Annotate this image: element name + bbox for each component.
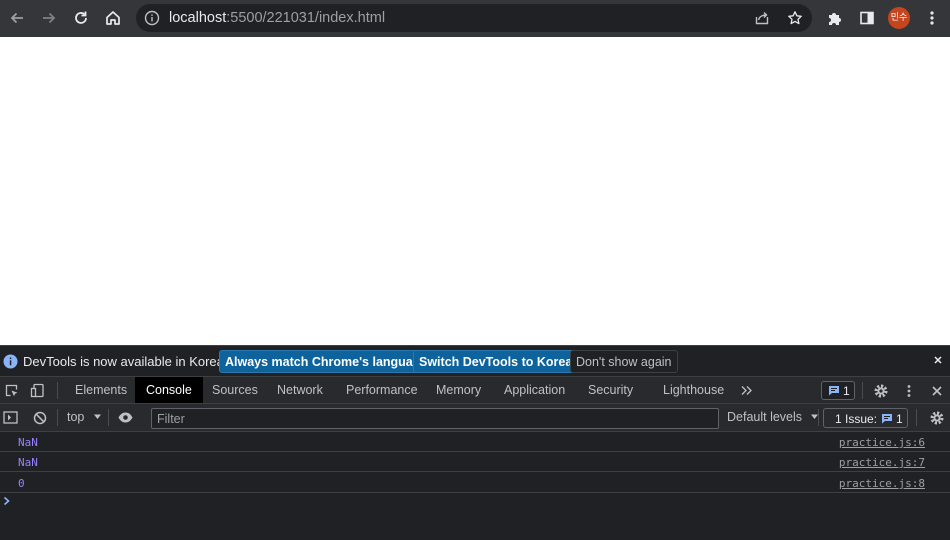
device-icon <box>30 383 44 398</box>
separator <box>916 409 917 426</box>
home-icon <box>106 11 120 25</box>
url-path: :5500/221031/index.html <box>226 10 386 26</box>
live-expression-button[interactable] <box>117 409 134 426</box>
infobar-message: DevTools is now available in Korean! <box>23 354 235 369</box>
devtools-tab-bar: Elements Console Sources Network Perform… <box>0 377 950 404</box>
home-button[interactable] <box>101 6 125 30</box>
settings-button[interactable] <box>872 382 889 399</box>
reload-button[interactable] <box>69 6 93 30</box>
inspect-element-button[interactable] <box>3 382 20 399</box>
tab-memory[interactable]: Memory <box>436 377 481 403</box>
devtools-panel: DevTools is now available in Korean! Alw… <box>0 345 950 540</box>
console-message-row: 0 practice.js:8 <box>0 473 950 493</box>
info-icon <box>3 354 18 369</box>
issues-count: 1 <box>896 412 903 426</box>
site-info-icon[interactable] <box>144 10 160 26</box>
chrome-menu-button[interactable] <box>920 6 944 30</box>
tab-security[interactable]: Security <box>588 377 633 403</box>
log-value: NaN <box>18 456 38 469</box>
messages-count: 1 <box>843 384 850 398</box>
kebab-menu-icon <box>930 11 934 25</box>
clear-circle-icon <box>33 411 46 424</box>
separator <box>108 409 109 426</box>
always-match-language-button[interactable]: Always match Chrome's language <box>219 350 434 373</box>
console-prompt-icon[interactable] <box>3 496 11 506</box>
console-settings-button[interactable] <box>928 409 945 426</box>
close-icon <box>931 385 942 396</box>
log-levels-dropdown[interactable]: Default levels <box>727 410 819 424</box>
share-icon <box>755 12 769 25</box>
close-infobar-icon[interactable] <box>931 353 945 367</box>
more-tabs-button[interactable] <box>738 382 755 399</box>
gear-icon <box>874 384 887 397</box>
url-host: localhost <box>169 10 227 26</box>
messages-badge[interactable]: 1 <box>821 381 855 400</box>
inspect-cursor-icon <box>5 384 18 397</box>
separator <box>818 409 819 426</box>
dropdown-triangle-icon <box>93 414 101 419</box>
tab-network[interactable]: Network <box>277 377 323 403</box>
context-label: top <box>67 410 85 424</box>
browser-toolbar: localhost:5500/221031/index.html 민수 <box>0 0 950 37</box>
log-value: 0 <box>18 477 25 490</box>
source-link[interactable]: practice.js:7 <box>839 456 925 469</box>
bookmark-button[interactable] <box>786 9 804 27</box>
profile-avatar[interactable]: 민수 <box>888 7 910 29</box>
devtools-menu-button[interactable] <box>900 382 917 399</box>
console-toolbar: top Default levels 1 Issue: 1 <box>0 404 950 432</box>
message-icon <box>882 414 892 424</box>
clear-console-button[interactable] <box>31 409 48 426</box>
kebab-menu-icon <box>907 384 910 397</box>
language-infobar: DevTools is now available in Korean! Alw… <box>0 346 950 377</box>
side-panel-icon <box>860 11 874 25</box>
message-icon <box>829 386 839 396</box>
tab-lighthouse[interactable]: Lighthouse <box>663 377 724 403</box>
side-panel-button[interactable] <box>855 6 879 30</box>
console-output[interactable]: NaN practice.js:6 NaN practice.js:7 0 pr… <box>0 432 950 540</box>
tab-performance[interactable]: Performance <box>346 377 418 403</box>
tab-console[interactable]: Console <box>135 377 203 403</box>
issues-label: 1 Issue: <box>835 412 878 426</box>
execution-context-select[interactable]: top <box>67 410 102 424</box>
issues-counter[interactable]: 1 Issue: 1 <box>823 408 908 428</box>
star-icon <box>788 11 802 25</box>
double-chevron-right-icon <box>741 386 752 395</box>
console-sidebar-button[interactable] <box>2 409 19 426</box>
separator <box>57 409 58 426</box>
extensions-button[interactable] <box>823 6 847 30</box>
device-toolbar-button[interactable] <box>29 382 46 399</box>
arrow-right-icon <box>43 12 56 24</box>
console-filter-input[interactable] <box>151 408 719 429</box>
console-message-row: NaN practice.js:7 <box>0 452 950 472</box>
reload-icon <box>75 11 87 24</box>
puzzle-icon <box>828 12 841 25</box>
source-link[interactable]: practice.js:8 <box>839 477 925 490</box>
levels-label: Default levels <box>727 410 803 424</box>
gear-icon <box>930 411 943 424</box>
arrow-left-icon <box>10 12 23 24</box>
console-message-row: NaN practice.js:6 <box>0 432 950 452</box>
source-link[interactable]: practice.js:6 <box>839 436 925 449</box>
tab-elements[interactable]: Elements <box>75 377 127 403</box>
forward-button[interactable] <box>37 6 61 30</box>
log-value: NaN <box>18 436 38 449</box>
sidebar-toggle-icon <box>3 411 18 424</box>
page-viewport[interactable] <box>0 37 950 345</box>
back-button[interactable] <box>5 6 29 30</box>
separator <box>57 382 58 399</box>
tab-application[interactable]: Application <box>504 377 565 403</box>
tab-sources[interactable]: Sources <box>212 377 258 403</box>
dont-show-again-button[interactable]: Don't show again <box>570 350 678 373</box>
separator <box>862 382 863 399</box>
url-text: localhost:5500/221031/index.html <box>169 10 385 26</box>
eye-icon <box>118 412 133 423</box>
close-devtools-button[interactable] <box>928 382 945 399</box>
share-button[interactable] <box>753 9 771 27</box>
address-bar[interactable]: localhost:5500/221031/index.html <box>136 4 812 32</box>
switch-devtools-korean-button[interactable]: Switch DevTools to Korean <box>413 350 586 373</box>
